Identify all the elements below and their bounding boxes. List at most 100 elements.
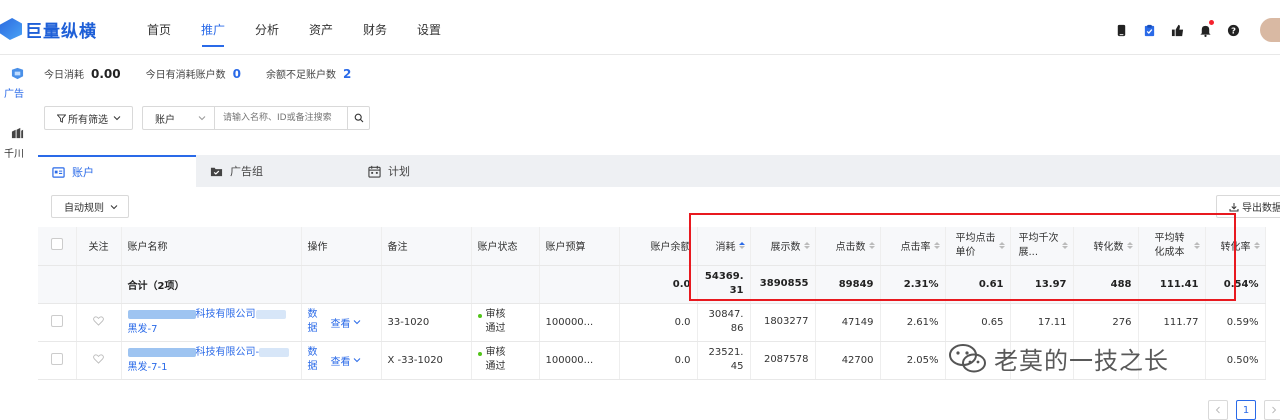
heart-icon[interactable] xyxy=(93,315,104,326)
auto-rule-button[interactable]: 自动规则 xyxy=(51,195,129,218)
total-conversions: 488 xyxy=(1073,265,1139,304)
search-scope-select[interactable]: 账户 xyxy=(143,107,215,129)
nav-promotion[interactable]: 推广 xyxy=(186,0,240,55)
total-cpa: 111.41 xyxy=(1138,265,1206,304)
col-impressions[interactable]: 展示数 xyxy=(750,227,816,266)
account-name-line2[interactable]: 黑发-7 xyxy=(128,322,295,337)
total-impressions: 3890855 xyxy=(750,265,816,304)
chevron-down-icon xyxy=(113,116,121,121)
tab-label: 账户 xyxy=(72,166,94,179)
col-ctr[interactable]: 点击率 xyxy=(880,227,946,266)
calendar-icon xyxy=(368,165,381,178)
nav-finance[interactable]: 财务 xyxy=(348,0,402,55)
tab-plan[interactable]: 计划 xyxy=(354,155,512,187)
redacted-name xyxy=(127,347,196,357)
search-group: 账户 xyxy=(142,106,370,130)
view-link[interactable]: 查看 xyxy=(331,353,351,368)
col-note: 备注 xyxy=(381,227,472,266)
prev-page-button[interactable] xyxy=(1208,400,1228,420)
bell-icon[interactable] xyxy=(1198,20,1214,37)
table-row[interactable]: 科技有限公司 黑发-7 数据 查看 33-1020 审核通过 100000...… xyxy=(38,303,1266,342)
row-checkbox[interactable] xyxy=(50,314,63,327)
search-button[interactable] xyxy=(347,107,369,129)
sidebar-item-qianchuan[interactable]: 千川 xyxy=(0,127,24,160)
total-cpm: 13.97 xyxy=(1010,265,1074,304)
logo[interactable]: 巨量纵横 xyxy=(0,16,97,42)
row-cvr: 0.59% xyxy=(1205,303,1266,342)
avatar[interactable] xyxy=(1260,18,1280,42)
sort-icon xyxy=(803,242,810,250)
col-cvr[interactable]: 转化率 xyxy=(1205,227,1266,266)
total-cost: 54369.31 xyxy=(697,265,751,304)
col-cost[interactable]: 消耗 xyxy=(697,227,751,266)
col-cpm-label: 平均千次展... xyxy=(1018,232,1059,258)
heart-icon[interactable] xyxy=(93,353,104,364)
select-all-checkbox[interactable] xyxy=(50,238,63,251)
sort-icon xyxy=(868,242,875,250)
row-ctr: 2.61% xyxy=(880,303,946,342)
col-clicks[interactable]: 点击数 xyxy=(815,227,881,266)
row-cost: 30847.86 xyxy=(697,303,751,342)
spending-accounts-label: 今日有消耗账户数 xyxy=(145,70,226,81)
row-follow-cell xyxy=(76,303,122,342)
nav-home[interactable]: 首页 xyxy=(132,0,186,55)
col-cpm[interactable]: 平均千次展... xyxy=(1010,227,1074,266)
search-input[interactable] xyxy=(215,107,347,129)
row-conversions: 276 xyxy=(1073,303,1139,342)
wechat-icon xyxy=(949,343,986,372)
summary-stats: 今日消耗 0.00 今日有消耗账户数 0 余额不足账户数 2 xyxy=(44,66,376,82)
row-budget: 100000... xyxy=(539,303,620,342)
col-ops: 操作 xyxy=(301,227,382,266)
sidebar-item-ad[interactable]: 广告 xyxy=(0,67,24,100)
nav-assets[interactable]: 资产 xyxy=(294,0,348,55)
redacted-name xyxy=(127,309,196,319)
row-account-name[interactable]: 科技有限公司 黑发-7 xyxy=(121,303,302,342)
sort-icon xyxy=(933,242,940,250)
page-button[interactable]: 1 xyxy=(1236,400,1256,420)
account-icon xyxy=(52,166,65,178)
help-icon[interactable]: ? xyxy=(1226,23,1240,37)
row-account-name[interactable]: 科技有限公司- 黑发-7-1 xyxy=(121,341,302,380)
spending-accounts-value[interactable]: 0 xyxy=(233,67,241,81)
nav-settings[interactable]: 设置 xyxy=(402,0,456,55)
data-link[interactable]: 数据 xyxy=(308,346,320,374)
filter-icon xyxy=(57,113,66,123)
tab-account[interactable]: 账户 xyxy=(38,155,196,187)
tab-label: 广告组 xyxy=(230,165,263,178)
all-filters-button[interactable]: 所有筛选 xyxy=(44,106,133,130)
account-name-link[interactable]: 科技有限公司- xyxy=(127,345,295,360)
row-select-cell xyxy=(38,341,77,380)
row-cpc: 0.65 xyxy=(945,303,1011,342)
col-conversions-label: 转化数 xyxy=(1093,242,1124,254)
row-ops: 数据 查看 xyxy=(301,341,382,380)
tab-ad-group[interactable]: 广告组 xyxy=(196,155,354,187)
redacted-name xyxy=(259,347,290,357)
chevron-left-icon xyxy=(1215,406,1220,414)
col-impressions-label: 展示数 xyxy=(770,242,801,254)
col-cpc[interactable]: 平均点击单价 xyxy=(945,227,1011,266)
thumbs-up-icon[interactable] xyxy=(1170,23,1184,37)
data-link[interactable]: 数据 xyxy=(308,308,320,336)
next-page-button[interactable] xyxy=(1264,400,1280,420)
col-cpa[interactable]: 平均转化成本 xyxy=(1138,227,1206,266)
row-balance: 0.0 xyxy=(619,341,698,380)
level-tabs: 账户 广告组 计划 xyxy=(38,155,1280,187)
col-cost-label: 消耗 xyxy=(715,242,736,254)
col-conversions[interactable]: 转化数 xyxy=(1073,227,1139,266)
today-spend-value: 0.00 xyxy=(91,66,121,81)
auto-rule-label: 自动规则 xyxy=(64,203,104,214)
account-name-line2[interactable]: 黑发-7-1 xyxy=(128,360,295,375)
nav-analysis[interactable]: 分析 xyxy=(240,0,294,55)
search-icon xyxy=(354,113,363,123)
account-name-link[interactable]: 科技有限公司 xyxy=(127,307,295,322)
row-checkbox[interactable] xyxy=(50,352,63,365)
row-cost: 23521.45 xyxy=(697,341,751,380)
export-button[interactable]: 导出数据 xyxy=(1216,195,1280,218)
col-account-name: 账户名称 xyxy=(121,227,302,266)
row-cpm: 17.11 xyxy=(1010,303,1074,342)
low-balance-value[interactable]: 2 xyxy=(343,67,351,81)
view-link[interactable]: 查看 xyxy=(331,315,351,330)
status-dot xyxy=(477,314,482,318)
phone-icon[interactable] xyxy=(1114,23,1128,37)
clipboard-icon[interactable] xyxy=(1142,23,1156,37)
